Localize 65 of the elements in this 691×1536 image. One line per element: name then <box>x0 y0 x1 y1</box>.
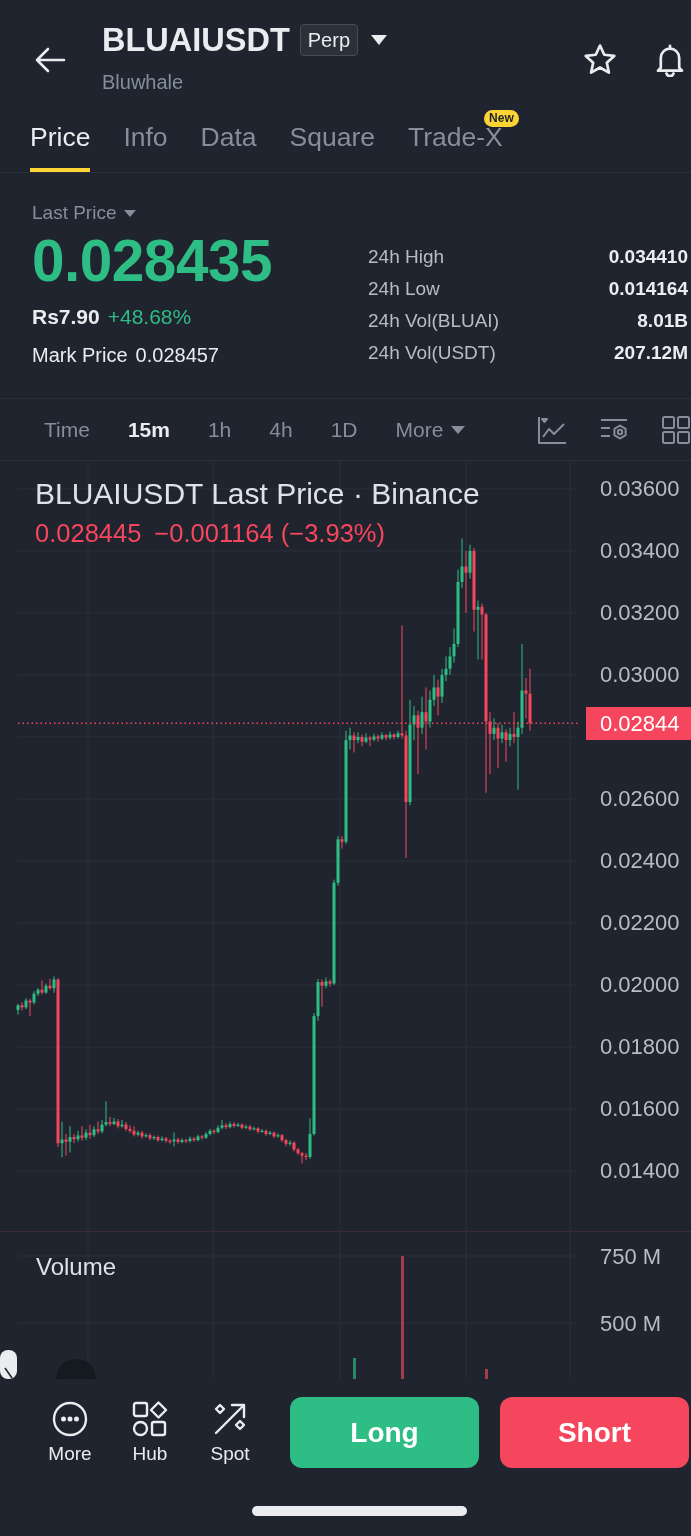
legend-price: 0.028445 <box>35 518 142 548</box>
price-type-dropdown[interactable]: Last Price <box>32 201 137 225</box>
price-axis-label: 0.03600 <box>600 475 680 502</box>
tab[interactable]: Square <box>289 110 376 172</box>
volume-axis-label: 750 M <box>600 1243 662 1271</box>
price-axis-label: 0.01600 <box>600 1096 680 1123</box>
tool-button[interactable]: More <box>35 1397 105 1466</box>
short-button[interactable]: Short <box>500 1397 689 1468</box>
stat-label: 24h Vol(BLUAI) <box>368 310 499 332</box>
pair-title: BLUAIUSDT <box>102 22 290 58</box>
star-icon[interactable] <box>583 43 617 77</box>
back-arrow-icon[interactable] <box>34 47 66 73</box>
stat-value: 8.01B <box>637 310 688 332</box>
interval-tab[interactable]: 15m <box>127 416 170 443</box>
tab[interactable]: Trade-X New <box>408 110 519 172</box>
volume-axis-label: 500 M <box>600 1310 662 1338</box>
price-axis-label: 0.02600 <box>600 786 680 812</box>
long-button[interactable]: Long <box>290 1397 479 1468</box>
caret-icon <box>124 209 137 217</box>
last-price: 0.028435 <box>32 228 272 294</box>
pair-name: Bluwhale <box>102 70 184 94</box>
legend-change: −0.001164 (−3.93%) <box>154 518 385 548</box>
chart-title: BLUAIUSDT Last Price · Binance <box>35 476 480 512</box>
indicator-chart-icon[interactable] <box>537 414 567 445</box>
more-dropdown[interactable]: More <box>395 416 466 443</box>
local-price: Rs7.90 <box>32 304 100 330</box>
stat-value: 207.12M <box>614 342 688 364</box>
volume-bar <box>353 1358 356 1379</box>
interval-tab[interactable]: 1D <box>330 416 358 443</box>
price-axis-label: 0.03200 <box>600 599 680 626</box>
stat-label: 24h Low <box>368 278 440 300</box>
stat-label: 24h Vol(USDT) <box>368 342 496 364</box>
arrow-diamonds-icon <box>212 1401 248 1437</box>
mark-price-value: 0.028457 <box>135 343 219 368</box>
ellipsis-circle-icon <box>52 1401 88 1437</box>
price-axis-label: 0.03400 <box>600 537 680 564</box>
grid-layout-icon[interactable] <box>661 414 691 445</box>
tab[interactable]: Info <box>123 110 168 172</box>
price-change: +48.68% <box>107 304 192 330</box>
mark-price-label: Mark Price <box>32 343 128 368</box>
dropdown-caret-icon[interactable] <box>371 35 387 45</box>
interval-tab[interactable]: 1h <box>207 416 232 443</box>
tab[interactable]: Price <box>30 110 91 172</box>
shapes-grid-icon <box>132 1401 168 1437</box>
price-axis-label: 0.02000 <box>600 972 680 999</box>
stat-value: 0.014164 <box>608 278 688 300</box>
price-axis-label: 0.01800 <box>600 1034 680 1061</box>
price-axis-label: 0.01400 <box>600 1158 680 1185</box>
side-tab-icon[interactable] <box>0 1350 17 1379</box>
volume-title: Volume <box>36 1252 117 1282</box>
interval-tab[interactable]: 4h <box>269 416 293 443</box>
price-axis-label: 0.02200 <box>600 910 680 937</box>
stat-label: 24h High <box>368 246 445 268</box>
tab[interactable]: Data <box>200 110 257 172</box>
contract-badge: Perp <box>299 24 358 56</box>
caret-icon <box>451 425 466 434</box>
price-axis-label: 0.02400 <box>600 848 680 875</box>
tool-button[interactable]: Spot <box>195 1397 265 1466</box>
volume-bar <box>485 1369 488 1379</box>
interval-tab[interactable]: Time <box>44 416 90 443</box>
current-price-tag: 0.02844 <box>586 706 691 740</box>
price-axis-label: 0.03000 <box>600 661 680 688</box>
tool-button[interactable]: Hub <box>115 1397 185 1466</box>
new-badge: New <box>484 110 519 127</box>
stat-value: 0.034410 <box>608 246 688 268</box>
